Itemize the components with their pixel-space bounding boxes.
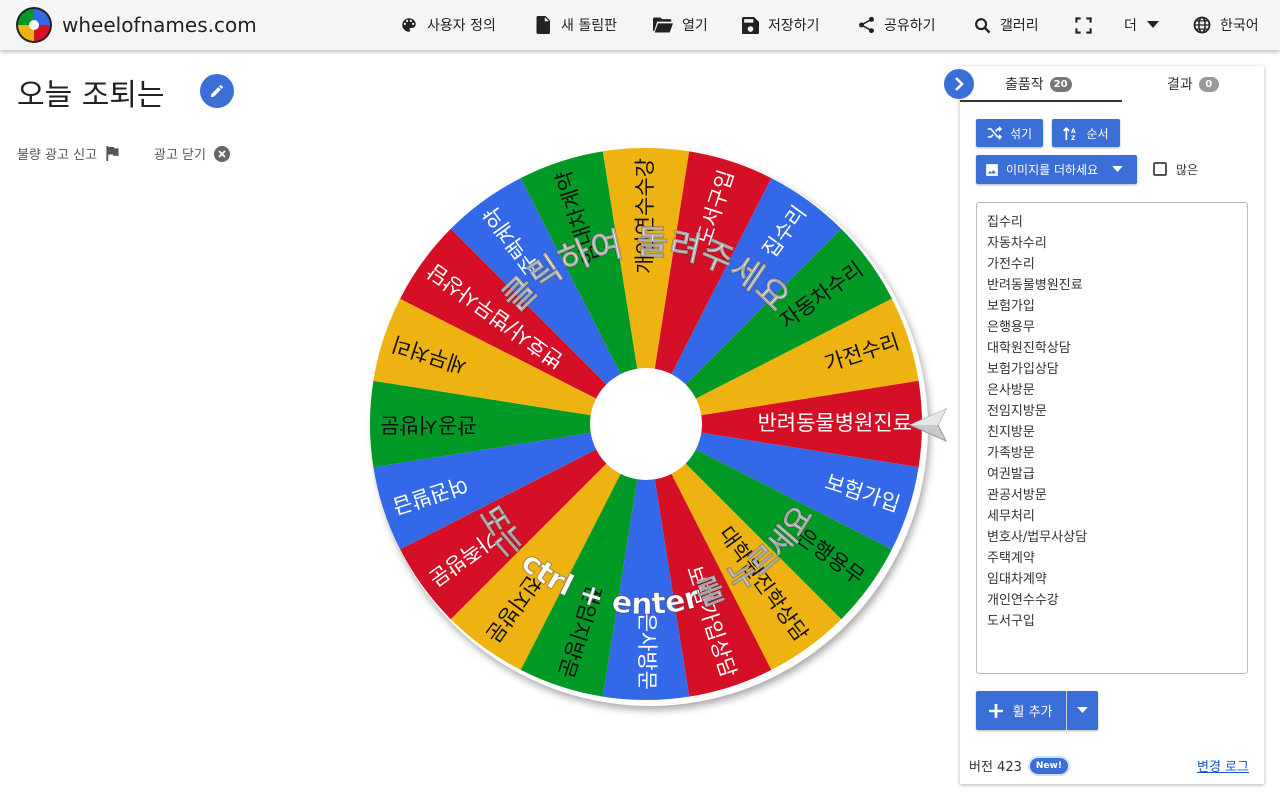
nav-more[interactable]: 더 [1124, 14, 1159, 36]
entry-line: 가전수리 [987, 257, 1035, 272]
entry-line: 보험가입상담 [987, 362, 1059, 377]
entry-line: 전임지방문 [987, 404, 1047, 419]
nav-label: 열기 [682, 18, 708, 34]
nav-label: 새 돌림판 [561, 18, 617, 34]
entry-line: 친지방문 [987, 425, 1035, 440]
sort-button[interactable]: AZ 순서 [1052, 119, 1120, 147]
entry-line: 도서구입 [987, 614, 1035, 629]
version-info: 버전 423 New! [969, 756, 1068, 775]
shuffle-icon [987, 126, 1003, 140]
close-ad-link[interactable]: 광고 닫기 [154, 144, 230, 163]
fullscreen-icon [1075, 16, 1092, 34]
brand-name[interactable]: wheelofnames.com [62, 13, 257, 37]
entry-line: 세무처리 [987, 509, 1035, 524]
add-image-dropdown[interactable]: 이미지를 더하세요 [976, 155, 1137, 184]
sort-icon: AZ [1063, 126, 1076, 141]
tab-label: 결과 [1167, 77, 1193, 93]
entry-line: 가족방문 [987, 446, 1035, 461]
shuffle-button[interactable]: 섞기 [976, 119, 1043, 147]
nav-label: 공유하기 [884, 18, 936, 34]
chevron-down-icon [1146, 21, 1159, 28]
new-badge[interactable]: New! [1029, 757, 1068, 774]
active-tab-indicator [960, 100, 1122, 102]
nav-label: 더 [1124, 18, 1137, 34]
entry-line: 주택계약 [987, 551, 1035, 566]
advanced-label: 많은 [1176, 163, 1199, 177]
nav-label: 저장하기 [768, 18, 820, 34]
nav-customize[interactable]: 사용자 정의 [400, 14, 496, 36]
entry-line: 변호사/법무사상담 [987, 530, 1088, 545]
wheel-segment-label: 반려동물병원진료 [757, 411, 912, 435]
tab-entries[interactable]: 출품작 20 [1005, 74, 1072, 94]
entry-line: 관공서방문 [987, 488, 1047, 503]
entry-line: 보험가입 [987, 299, 1035, 314]
wheel-logo-icon[interactable] [15, 6, 53, 44]
entries-textarea[interactable]: 집수리자동차수리가전수리반려동물병원진료보험가입은행용무대학원진학상담보험가입상… [976, 202, 1248, 674]
pencil-icon [211, 84, 223, 97]
add-wheel-label: 휠 추가 [1012, 705, 1053, 720]
search-icon [975, 17, 991, 33]
report-ad-link[interactable]: 불량 광고 신고 [17, 144, 119, 163]
version-label: 버전 423 [969, 760, 1022, 775]
edit-title-button[interactable] [200, 74, 234, 108]
chevron-right-icon [955, 77, 964, 91]
share-icon [859, 16, 874, 34]
nav-fullscreen[interactable] [1075, 14, 1101, 36]
entry-line: 집수리 [987, 215, 1023, 230]
tab-label: 출품작 [1005, 77, 1044, 93]
nav-label: 사용자 정의 [427, 18, 496, 34]
wheel-segment-label: 은사방문 [635, 613, 659, 690]
wheel-center[interactable] [590, 368, 702, 480]
top-bar: wheelofnames.com 사용자 정의 새 돌림판 열기 저장하기 공유… [0, 0, 1280, 50]
image-icon [986, 163, 998, 176]
nav-label: 갤러리 [1000, 18, 1039, 34]
report-ad-label: 불량 광고 신고 [17, 148, 98, 163]
entry-line: 임대차계약 [987, 572, 1047, 587]
plus-icon [989, 703, 1004, 718]
add-image-label: 이미지를 더하세요 [1006, 163, 1099, 177]
tab-results[interactable]: 결과 0 [1167, 74, 1219, 94]
entries-count-badge: 20 [1049, 76, 1072, 92]
entry-line: 여권발급 [987, 467, 1035, 482]
entry-line: 자동차수리 [987, 236, 1047, 251]
globe-icon [1193, 16, 1211, 34]
new-file-icon [536, 16, 550, 34]
nav-new-wheel[interactable]: 새 돌림판 [536, 14, 617, 36]
collapse-panel-button[interactable] [944, 69, 974, 99]
results-count-badge: 0 [1198, 76, 1219, 92]
svg-text:A: A [1071, 127, 1076, 134]
changelog-link[interactable]: 변경 로그 [1197, 756, 1249, 775]
wheel-pointer-icon [908, 407, 948, 443]
entry-line: 은사방문 [987, 383, 1035, 398]
flag-icon [106, 146, 119, 161]
add-wheel-button[interactable]: 휠 추가 [976, 691, 1066, 730]
entry-line: 대학원진학상담 [987, 341, 1071, 356]
advanced-checkbox[interactable] [1153, 162, 1167, 176]
add-wheel-dropdown[interactable] [1067, 691, 1098, 730]
folder-open-icon [653, 17, 673, 33]
svg-text:Z: Z [1071, 135, 1076, 141]
wheel[interactable]: 집수리 자동차수리 가전수리 반려동물병원진료 보험가입 은행용무 대학원진학상담 보험가입상… [368, 146, 924, 702]
wheel-title: 오늘 조퇴는 [17, 78, 165, 113]
palette-icon [402, 18, 416, 32]
chevron-down-icon [1112, 166, 1123, 173]
nav-label: 한국어 [1220, 18, 1259, 34]
nav-language[interactable]: 한국어 [1193, 14, 1259, 36]
nav-save[interactable]: 저장하기 [742, 14, 820, 36]
sort-label: 순서 [1086, 126, 1109, 141]
nav-share[interactable]: 공유하기 [858, 14, 936, 36]
entry-line: 반려동물병원진료 [987, 278, 1083, 293]
shuffle-label: 섞기 [1009, 126, 1033, 141]
entry-line: 은행용무 [987, 320, 1035, 335]
nav-open[interactable]: 열기 [653, 14, 708, 36]
close-ad-label: 광고 닫기 [154, 148, 206, 163]
wheel-segment-label: 관공서방문 [380, 413, 477, 437]
chevron-down-icon [1077, 707, 1088, 714]
entry-line: 개인연수수강 [987, 593, 1059, 608]
wheel-graphic[interactable]: 집수리자동차수리가전수리반려동물병원진료보험가입은행용무대학원진학상담보험가입상… [368, 146, 924, 702]
nav-gallery[interactable]: 갤러리 [974, 14, 1039, 36]
close-circle-icon [213, 145, 230, 162]
save-icon [742, 16, 759, 34]
